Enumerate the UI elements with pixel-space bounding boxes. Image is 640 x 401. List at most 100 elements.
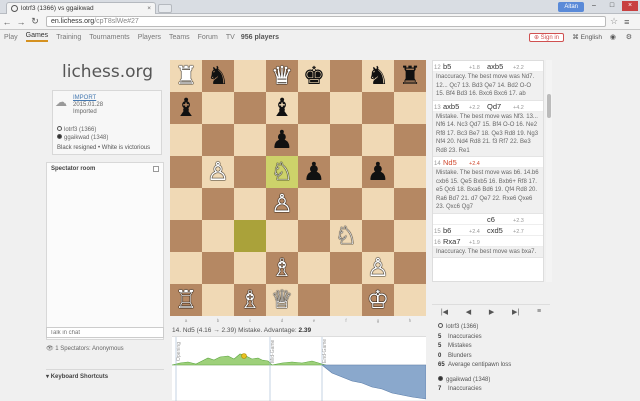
white-move[interactable]: b6 — [443, 225, 469, 236]
square-a2[interactable] — [170, 252, 202, 284]
advantage-graph[interactable]: Opening Mid-Game End-Game — [172, 336, 426, 401]
keyboard-shortcuts-toggle[interactable]: ▾ Keyboard Shortcuts — [46, 369, 164, 380]
square-e8[interactable]: ♚ — [298, 60, 330, 92]
square-g6[interactable] — [362, 124, 394, 156]
square-f1[interactable] — [330, 284, 362, 316]
square-h8[interactable]: ♜ — [394, 60, 426, 92]
piece-g1[interactable]: ♔ — [367, 284, 389, 316]
square-c7[interactable] — [234, 92, 266, 124]
language-selector[interactable]: ⌘ English — [572, 33, 602, 41]
nav-games[interactable]: Games — [25, 32, 49, 42]
piece-e5[interactable]: ♟ — [303, 156, 325, 188]
white-player[interactable]: lotrf3 (1366) — [57, 126, 96, 133]
scrollbar-thumb[interactable] — [547, 94, 551, 118]
square-d5[interactable]: ♘ — [266, 156, 298, 188]
analysis-black-player[interactable]: ggaikwad (1348) — [438, 375, 598, 386]
back-icon[interactable]: ← — [0, 17, 14, 27]
browser-tab[interactable]: lotrf3 (1366) vs ggaikwad × — [6, 2, 156, 14]
reload-icon[interactable]: ↻ — [28, 16, 42, 27]
piece-b5[interactable]: ♙ — [207, 156, 229, 188]
nav-tv[interactable]: TV — [226, 34, 235, 41]
piece-d8[interactable]: ♛ — [271, 60, 293, 92]
square-e1[interactable] — [298, 284, 330, 316]
square-f2[interactable] — [330, 252, 362, 284]
nav-forum[interactable]: Forum — [198, 34, 218, 41]
square-e3[interactable] — [298, 220, 330, 252]
piece-a1[interactable]: ♖ — [175, 284, 197, 316]
square-g4[interactable] — [362, 188, 394, 220]
piece-g8[interactable]: ♞ — [367, 60, 389, 92]
black-move[interactable]: c6 — [487, 214, 513, 225]
move-list-scrollbar[interactable] — [546, 60, 552, 282]
gear-icon[interactable]: ⚙ — [626, 33, 632, 41]
square-b5[interactable]: ♙ — [202, 156, 234, 188]
square-a8[interactable]: ♜ — [170, 60, 202, 92]
square-h1[interactable] — [394, 284, 426, 316]
move-list[interactable]: 12 b5 +1.8 axb5 +2.2 Inaccuracy. The best mov… — [432, 60, 544, 282]
square-b8[interactable]: ♞ — [202, 60, 234, 92]
piece-d2[interactable]: ♗ — [271, 252, 293, 284]
square-e5[interactable]: ♟ — [298, 156, 330, 188]
maximize-icon[interactable]: □ — [604, 1, 620, 11]
prev-move-button[interactable]: ◀ — [466, 308, 471, 316]
square-b7[interactable] — [202, 92, 234, 124]
square-b3[interactable] — [202, 220, 234, 252]
forward-icon[interactable]: → — [14, 17, 28, 27]
eye-icon[interactable]: ◉ — [610, 33, 616, 41]
first-move-button[interactable]: |◀ — [441, 308, 448, 316]
white-move[interactable]: axb5 — [443, 101, 469, 112]
white-move[interactable]: Nd5 — [443, 157, 469, 168]
white-move[interactable]: b5 — [443, 61, 469, 72]
square-e2[interactable] — [298, 252, 330, 284]
square-f6[interactable] — [330, 124, 362, 156]
piece-d6[interactable]: ♟ — [271, 124, 293, 156]
square-h3[interactable] — [394, 220, 426, 252]
piece-g5[interactable]: ♟ — [367, 156, 389, 188]
close-tab-icon[interactable]: × — [147, 5, 151, 12]
square-f4[interactable] — [330, 188, 362, 220]
square-g5[interactable]: ♟ — [362, 156, 394, 188]
sign-in-button[interactable]: ⊕ Sign in — [528, 33, 564, 42]
square-e6[interactable] — [298, 124, 330, 156]
players-count[interactable]: 956 players — [241, 34, 279, 41]
chess-board[interactable]: ♜ ♞ ♛ ♚ ♞ ♜ ♝ ♝ ♟ ♙ ♘ ♟ ♟ ♙ ♘ ♗ ♙ ♖ ♗ ♕ ♔ — [170, 60, 426, 316]
menu-button[interactable]: ≡ — [537, 308, 541, 315]
black-move[interactable]: Qd7 — [487, 101, 513, 112]
piece-d4[interactable]: ♙ — [271, 188, 293, 220]
minimize-icon[interactable]: – — [586, 1, 602, 11]
square-a6[interactable] — [170, 124, 202, 156]
square-b1[interactable] — [202, 284, 234, 316]
square-d1[interactable]: ♕ — [266, 284, 298, 316]
piece-g2[interactable]: ♙ — [367, 252, 389, 284]
square-c8[interactable] — [234, 60, 266, 92]
square-b4[interactable] — [202, 188, 234, 220]
nav-training[interactable]: Training — [56, 34, 81, 41]
square-h7[interactable] — [394, 92, 426, 124]
square-g8[interactable]: ♞ — [362, 60, 394, 92]
square-c3[interactable] — [234, 220, 266, 252]
square-d8[interactable]: ♛ — [266, 60, 298, 92]
nav-play[interactable]: Play — [4, 34, 18, 41]
square-h6[interactable] — [394, 124, 426, 156]
bookmark-star-icon[interactable]: ☆ — [610, 16, 618, 27]
last-move-button[interactable]: ▶| — [512, 308, 519, 316]
black-move[interactable]: axb5 — [487, 61, 513, 72]
square-g3[interactable] — [362, 220, 394, 252]
square-f5[interactable] — [330, 156, 362, 188]
square-g7[interactable] — [362, 92, 394, 124]
square-g1[interactable]: ♔ — [362, 284, 394, 316]
piece-e8[interactable]: ♚ — [303, 60, 325, 92]
analysis-white-player[interactable]: lotrf3 (1366) — [438, 323, 598, 333]
square-d7[interactable]: ♝ — [266, 92, 298, 124]
square-f7[interactable] — [330, 92, 362, 124]
square-c6[interactable] — [234, 124, 266, 156]
piece-d5[interactable]: ♘ — [271, 156, 293, 188]
chat-toggle-checkbox[interactable] — [153, 166, 159, 172]
piece-h8[interactable]: ♜ — [399, 60, 421, 92]
square-d2[interactable]: ♗ — [266, 252, 298, 284]
square-d6[interactable]: ♟ — [266, 124, 298, 156]
piece-b8[interactable]: ♞ — [207, 60, 229, 92]
square-d3[interactable] — [266, 220, 298, 252]
square-g2[interactable]: ♙ — [362, 252, 394, 284]
square-h4[interactable] — [394, 188, 426, 220]
